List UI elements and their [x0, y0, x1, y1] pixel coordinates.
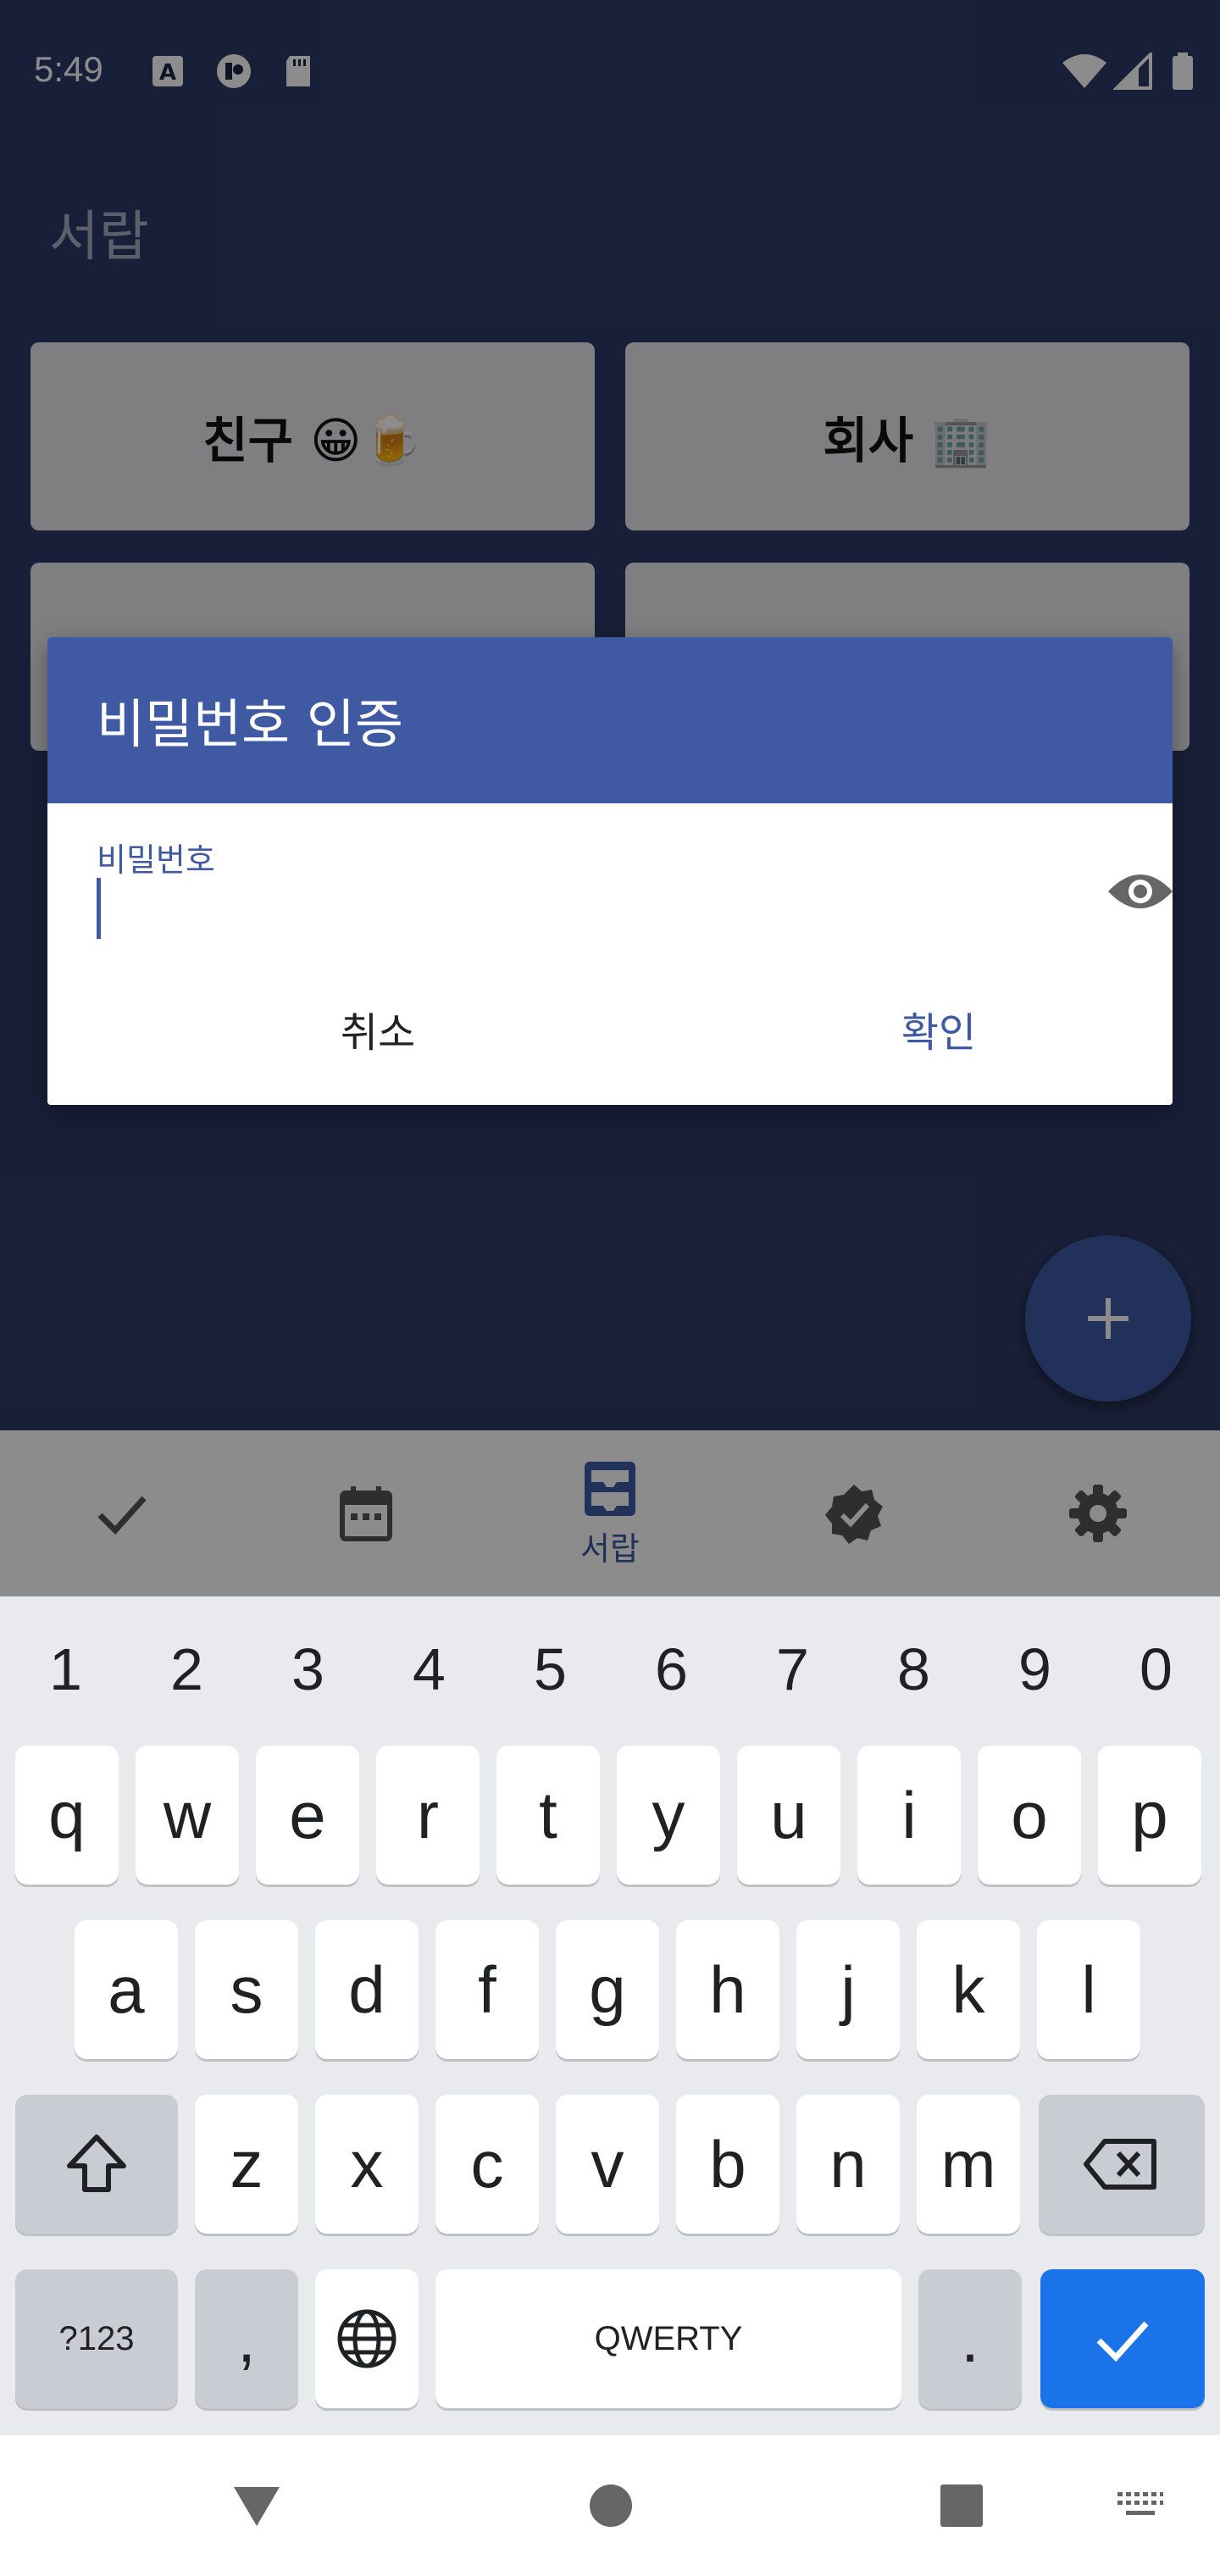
key-3[interactable]: 3	[247, 1618, 369, 1720]
key-o[interactable]: o	[978, 1746, 1081, 1885]
key-z[interactable]: z	[195, 2095, 298, 2234]
key-k[interactable]: k	[917, 1920, 1020, 2059]
key-w[interactable]: w	[136, 1746, 239, 1885]
enter-key[interactable]	[1040, 2269, 1205, 2408]
key-7[interactable]: 7	[732, 1618, 853, 1720]
key-h[interactable]: h	[676, 1920, 779, 2059]
key-x[interactable]: x	[315, 2095, 419, 2234]
system-navigation-bar	[0, 2435, 1220, 2576]
soft-keyboard: 1 2 3 4 5 6 7 8 9 0 q w e r t y u i o p …	[0, 1596, 1220, 2435]
recents-square-icon	[940, 2484, 983, 2527]
symbols-key[interactable]: ?123	[15, 2269, 178, 2408]
confirm-button[interactable]: 확인	[812, 986, 1066, 1071]
text-cursor	[97, 878, 101, 939]
key-t[interactable]: t	[496, 1746, 600, 1885]
language-key[interactable]	[315, 2269, 419, 2408]
key-r[interactable]: r	[376, 1746, 480, 1885]
key-i[interactable]: i	[857, 1746, 961, 1885]
shift-key[interactable]	[15, 2095, 178, 2234]
home-circle-icon	[590, 2484, 632, 2527]
key-c[interactable]: c	[435, 2095, 539, 2234]
dialog-title: 비밀번호 인증	[97, 693, 403, 755]
key-1[interactable]: 1	[5, 1618, 126, 1720]
cancel-button[interactable]: 취소	[251, 986, 505, 1071]
key-2[interactable]: 2	[126, 1618, 247, 1720]
recents-button[interactable]	[923, 2468, 1000, 2544]
key-e[interactable]: e	[256, 1746, 359, 1885]
number-row: 1 2 3 4 5 6 7 8 9 0	[0, 1618, 1220, 1720]
check-icon	[1096, 2321, 1149, 2362]
key-y[interactable]: y	[617, 1746, 720, 1885]
home-button[interactable]	[573, 2468, 649, 2544]
key-j[interactable]: j	[796, 1920, 900, 2059]
space-key[interactable]: QWERTY	[435, 2269, 901, 2408]
password-input[interactable]	[97, 874, 1071, 942]
dialog-header: 비밀번호 인증	[47, 637, 1173, 803]
key-a[interactable]: a	[75, 1920, 178, 2059]
comma-key[interactable]: ,	[195, 2269, 298, 2408]
dialog-body: 비밀번호 취소 확인	[47, 803, 1173, 1105]
eye-icon	[1108, 874, 1173, 908]
key-l[interactable]: l	[1037, 1920, 1140, 2059]
key-g[interactable]: g	[556, 1920, 659, 2059]
key-0[interactable]: 0	[1095, 1618, 1217, 1720]
key-p[interactable]: p	[1098, 1746, 1201, 1885]
backspace-icon	[1084, 2139, 1156, 2190]
key-4[interactable]: 4	[369, 1618, 490, 1720]
back-button[interactable]	[219, 2468, 295, 2544]
password-dialog: 비밀번호 인증 비밀번호 취소 확인	[47, 637, 1173, 1105]
password-field-label: 비밀번호	[97, 841, 215, 879]
toggle-visibility-button[interactable]	[1105, 856, 1173, 927]
backspace-key[interactable]	[1039, 2095, 1205, 2234]
globe-icon	[337, 2309, 396, 2368]
key-q[interactable]: q	[15, 1746, 119, 1885]
keyboard-icon	[1117, 2492, 1163, 2515]
key-f[interactable]: f	[435, 1920, 539, 2059]
back-triangle-icon	[234, 2487, 280, 2526]
key-s[interactable]: s	[195, 1920, 298, 2059]
key-n[interactable]: n	[796, 2095, 900, 2234]
key-m[interactable]: m	[917, 2095, 1020, 2234]
key-d[interactable]: d	[315, 1920, 419, 2059]
key-5[interactable]: 5	[490, 1618, 611, 1720]
period-key[interactable]: .	[918, 2269, 1022, 2408]
key-8[interactable]: 8	[853, 1618, 974, 1720]
shift-icon	[67, 2135, 126, 2192]
key-9[interactable]: 9	[974, 1618, 1095, 1720]
key-b[interactable]: b	[676, 2095, 779, 2234]
keyboard-switch-button[interactable]	[1101, 2468, 1178, 2544]
key-u[interactable]: u	[737, 1746, 840, 1885]
key-6[interactable]: 6	[611, 1618, 732, 1720]
key-v[interactable]: v	[556, 2095, 659, 2234]
